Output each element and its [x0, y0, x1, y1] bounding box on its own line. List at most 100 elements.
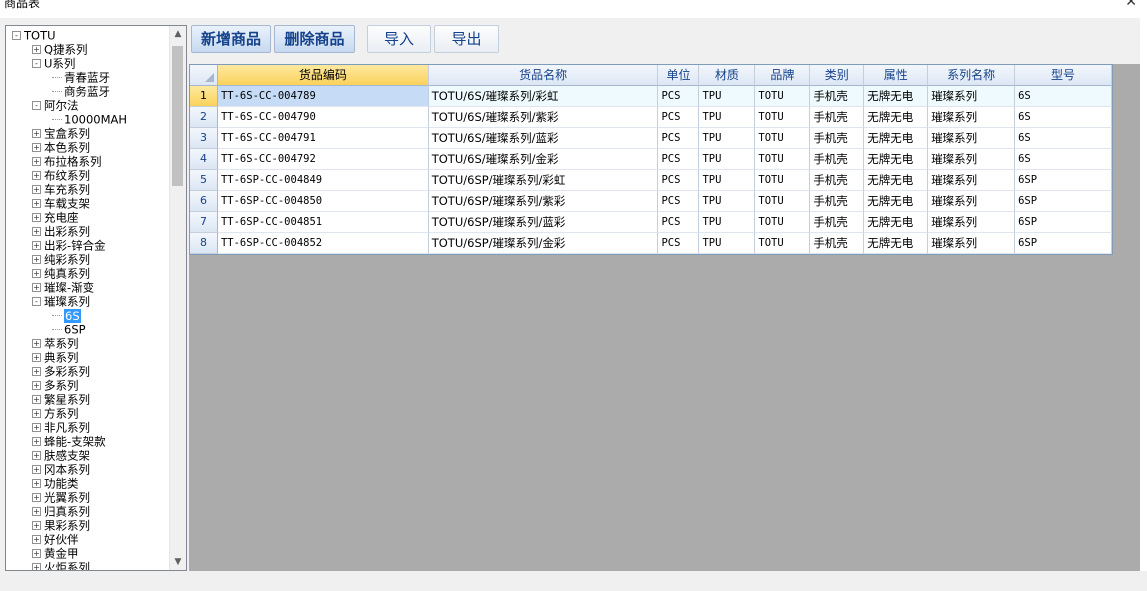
tree-node[interactable]: - 阿尔法 — [32, 98, 79, 113]
plus-box-icon[interactable]: + — [32, 185, 41, 194]
plus-box-icon[interactable]: + — [32, 395, 41, 404]
tree-node[interactable]: + 火炬系列 — [32, 560, 90, 570]
table-cell[interactable]: 6S — [1015, 107, 1112, 128]
plus-box-icon[interactable]: + — [32, 451, 41, 460]
row-number[interactable]: 5 — [190, 170, 218, 191]
table-cell[interactable]: 璀璨系列 — [928, 191, 1016, 212]
table-cell[interactable]: TOTU/6SP/璀璨系列/蓝彩 — [428, 212, 659, 233]
table-row[interactable]: 1 TT-6S-CC-004789 TOTU/6S/璀璨系列/彩虹 PCS TPU TOT… — [190, 86, 1112, 107]
table-cell[interactable]: 璀璨系列 — [928, 86, 1016, 107]
table-cell[interactable]: TOTU/6S/璀璨系列/蓝彩 — [428, 128, 659, 149]
table-cell[interactable]: 璀璨系列 — [928, 149, 1016, 170]
plus-box-icon[interactable]: + — [32, 479, 41, 488]
row-number[interactable]: 8 — [190, 233, 218, 254]
tree-scrollbar[interactable]: ▲ ▼ — [169, 26, 186, 570]
tree-node[interactable]: + 非凡系列 — [32, 420, 90, 435]
chevron-down-icon[interactable]: ▼ — [170, 554, 186, 570]
column-header[interactable]: 品牌 — [755, 65, 811, 86]
tree-node[interactable]: + Q捷系列 — [32, 42, 88, 57]
row-number[interactable]: 3 — [190, 128, 218, 149]
tree-node[interactable]: 6SP — [52, 322, 86, 337]
table-cell[interactable]: TT-6SP-CC-004849 — [217, 170, 429, 191]
table-cell[interactable]: TT-6SP-CC-004850 — [217, 191, 429, 212]
table-cell[interactable]: TOTU/6SP/璀璨系列/彩虹 — [428, 170, 659, 191]
table-cell[interactable]: TOTU — [755, 107, 811, 128]
table-cell[interactable]: PCS — [658, 212, 700, 233]
tree-node[interactable]: + 车载支架 — [32, 196, 90, 211]
category-tree[interactable]: - TOTU + Q捷系列 - U系列 青春蓝牙 商务蓝牙 - 阿尔法 10000MAH + 宝盒系列 +… — [5, 25, 187, 571]
plus-box-icon[interactable]: + — [32, 367, 41, 376]
table-cell[interactable]: PCS — [658, 191, 700, 212]
plus-box-icon[interactable]: + — [32, 353, 41, 362]
tree-node[interactable]: + 典系列 — [32, 350, 79, 365]
plus-box-icon[interactable]: + — [32, 45, 41, 54]
tree-node[interactable]: + 布纹系列 — [32, 168, 90, 183]
table-cell[interactable]: 6S — [1015, 149, 1112, 170]
tree-node[interactable]: + 多彩系列 — [32, 364, 90, 379]
plus-box-icon[interactable]: + — [32, 493, 41, 502]
select-all-corner[interactable] — [190, 65, 218, 86]
table-row[interactable]: 7 TT-6SP-CC-004851 TOTU/6SP/璀璨系列/蓝彩 PCS TPU T… — [190, 212, 1112, 233]
minus-box-icon[interactable]: - — [32, 101, 41, 110]
table-row[interactable]: 5 TT-6SP-CC-004849 TOTU/6SP/璀璨系列/彩虹 PCS TPU T… — [190, 170, 1112, 191]
tree-node[interactable]: + 充电座 — [32, 210, 79, 225]
chevron-up-icon[interactable]: ▲ — [170, 26, 186, 42]
export-button[interactable]: 导出 — [434, 25, 499, 53]
table-cell[interactable]: 无牌无电 — [864, 107, 929, 128]
table-row[interactable]: 2 TT-6S-CC-004790 TOTU/6S/璀璨系列/紫彩 PCS TPU TOT… — [190, 107, 1112, 128]
plus-box-icon[interactable]: + — [32, 171, 41, 180]
table-cell[interactable]: 手机壳 — [810, 128, 865, 149]
table-cell[interactable]: 手机壳 — [810, 107, 865, 128]
table-cell[interactable]: 璀璨系列 — [928, 233, 1016, 254]
column-header[interactable]: 货品名称 — [428, 65, 659, 86]
plus-box-icon[interactable]: + — [32, 143, 41, 152]
tree-node[interactable]: + 纯真系列 — [32, 266, 90, 281]
tree-node[interactable]: 青春蓝牙 — [52, 70, 110, 85]
tree-node[interactable]: + 果彩系列 — [32, 518, 90, 533]
tree-node[interactable]: + 宝盒系列 — [32, 126, 90, 141]
table-cell[interactable]: 无牌无电 — [864, 191, 929, 212]
table-cell[interactable]: TOTU/6S/璀璨系列/紫彩 — [428, 107, 659, 128]
table-cell[interactable]: 无牌无电 — [864, 170, 929, 191]
delete-product-button[interactable]: 删除商品 — [274, 25, 355, 53]
table-cell[interactable]: 6S — [1015, 128, 1112, 149]
table-cell[interactable]: 手机壳 — [810, 212, 865, 233]
table-cell[interactable]: PCS — [658, 149, 700, 170]
tree-node[interactable]: + 出彩-锌合金 — [32, 238, 106, 253]
tree-node[interactable]: + 纯彩系列 — [32, 252, 90, 267]
plus-box-icon[interactable]: + — [32, 213, 41, 222]
column-header[interactable]: 单位 — [658, 65, 700, 86]
table-cell[interactable]: TPU — [699, 170, 756, 191]
tree-node[interactable]: + 繁星系列 — [32, 392, 90, 407]
table-cell[interactable]: 6SP — [1015, 191, 1112, 212]
column-header[interactable]: 系列名称 — [928, 65, 1016, 86]
column-header[interactable]: 型号 — [1015, 65, 1112, 86]
table-cell[interactable]: TT-6S-CC-004790 — [217, 107, 429, 128]
table-row[interactable]: 8 TT-6SP-CC-004852 TOTU/6SP/璀璨系列/金彩 PCS TPU T… — [190, 233, 1112, 254]
table-row[interactable]: 3 TT-6S-CC-004791 TOTU/6S/璀璨系列/蓝彩 PCS TPU TOT… — [190, 128, 1112, 149]
row-number[interactable]: 2 — [190, 107, 218, 128]
table-cell[interactable]: PCS — [658, 86, 700, 107]
table-cell[interactable]: TOTU — [755, 128, 811, 149]
tree-node[interactable]: - TOTU — [12, 28, 56, 43]
minus-box-icon[interactable]: - — [12, 31, 21, 40]
table-cell[interactable]: TT-6S-CC-004792 — [217, 149, 429, 170]
table-cell[interactable]: 手机壳 — [810, 149, 865, 170]
table-cell[interactable]: 手机壳 — [810, 86, 865, 107]
plus-box-icon[interactable]: + — [32, 535, 41, 544]
plus-box-icon[interactable]: + — [32, 157, 41, 166]
tree-node[interactable]: + 蜂能-支架款 — [32, 434, 106, 449]
plus-box-icon[interactable]: + — [32, 283, 41, 292]
plus-box-icon[interactable]: + — [32, 339, 41, 348]
row-number[interactable]: 1 — [190, 86, 218, 107]
column-header[interactable]: 类别 — [810, 65, 865, 86]
table-cell[interactable]: TOTU — [755, 191, 811, 212]
row-number[interactable]: 6 — [190, 191, 218, 212]
table-cell[interactable]: 璀璨系列 — [928, 128, 1016, 149]
tree-node[interactable]: + 多系列 — [32, 378, 79, 393]
minus-box-icon[interactable]: - — [32, 297, 41, 306]
column-header[interactable]: 材质 — [699, 65, 756, 86]
plus-box-icon[interactable]: + — [32, 129, 41, 138]
table-cell[interactable]: 6SP — [1015, 233, 1112, 254]
table-cell[interactable]: TPU — [699, 128, 756, 149]
